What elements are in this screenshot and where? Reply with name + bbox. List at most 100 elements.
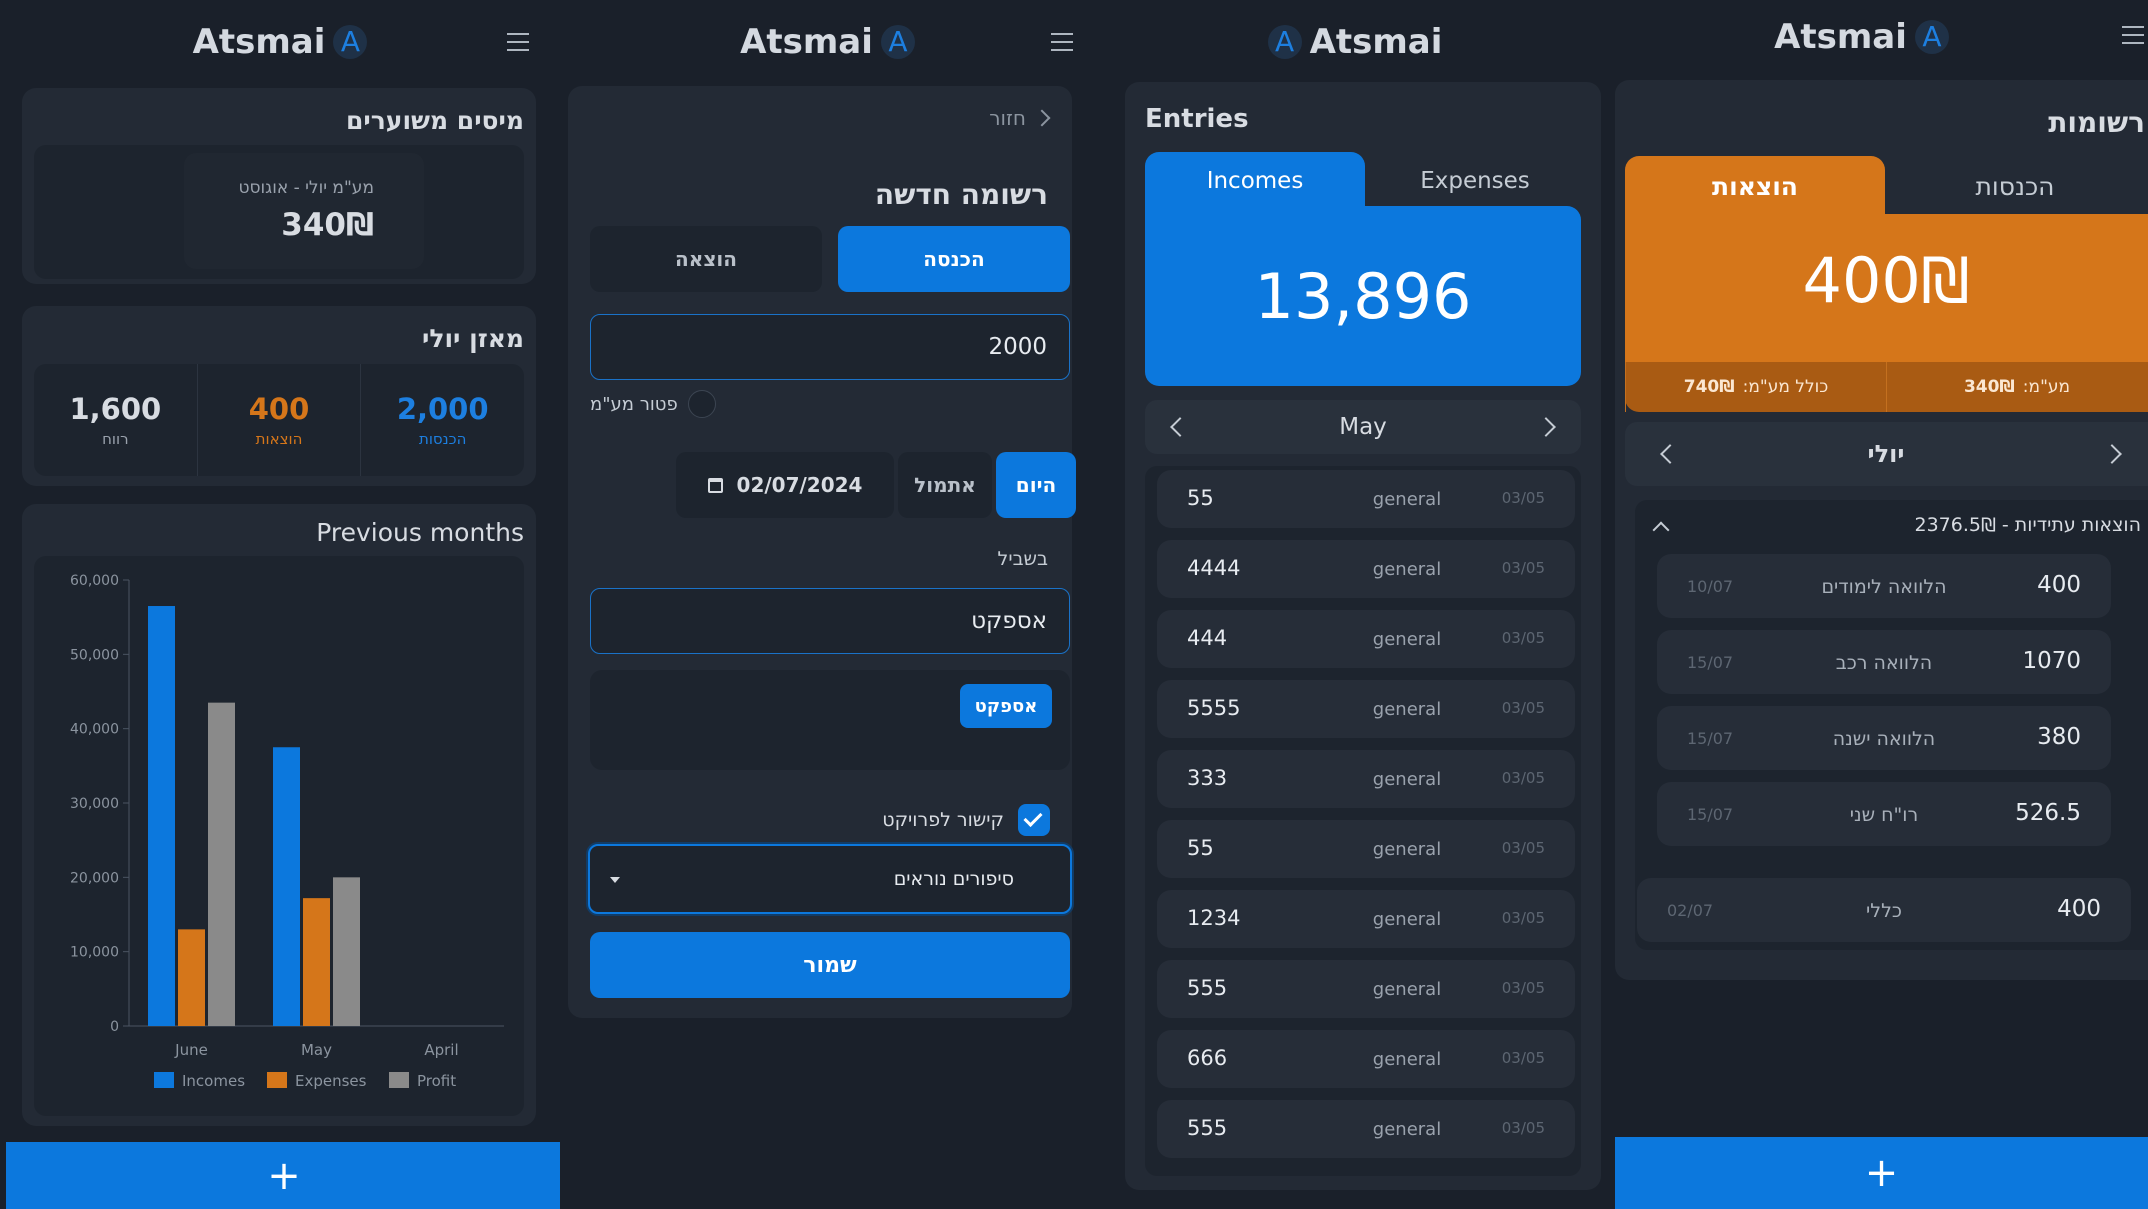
entry-amount: 555: [1187, 976, 1228, 1000]
top-bar: Atsmai A: [560, 0, 1095, 84]
legend-swatch-incomes: [154, 1072, 174, 1088]
y-tick-label: 40,000: [70, 722, 119, 738]
form-title: רשומה חדשה: [874, 178, 1048, 211]
future-label: רו"ח שני: [1849, 804, 1919, 826]
stat-expenses-label: הוצאות: [255, 430, 303, 448]
logo-icon: A: [333, 25, 368, 59]
link-project-toggle[interactable]: קישור לפרויקט: [882, 804, 1050, 836]
back-link[interactable]: חזור: [989, 106, 1051, 130]
entry-row[interactable]: 55 general 03/05: [1157, 820, 1575, 878]
bar-expenses-june: [178, 929, 205, 1026]
top-bar: A Atsmai: [1095, 0, 1615, 84]
app-name: Atsmai: [192, 22, 326, 62]
brand[interactable]: Atsmai A: [740, 22, 915, 62]
add-entry-button[interactable]: +: [6, 1142, 560, 1209]
previous-months-chart: 60,000 50,000 40,000 30,000 20,000 10,000 0 Jun…: [70, 573, 504, 1090]
entry-amount: 1234: [1187, 906, 1241, 930]
entry-row[interactable]: 333 general 03/05: [1157, 750, 1575, 808]
yesterday-button[interactable]: אתמול: [898, 452, 992, 518]
future-expense-row[interactable]: 1070 הלוואה רכב 15/07: [1657, 630, 2111, 694]
vat-exempt-toggle[interactable]: פטור מע"מ: [590, 390, 716, 418]
y-tick-label: 60,000: [70, 573, 119, 589]
date-value: 02/07/2024: [736, 473, 863, 497]
entry-category: general: [1372, 769, 1442, 790]
stat-incomes-value: 2,000: [396, 392, 489, 426]
entry-row[interactable]: 1234 general 03/05: [1157, 890, 1575, 948]
entry-date: 03/05: [1501, 839, 1545, 857]
entry-amount: 555: [1187, 1116, 1228, 1140]
legend-label-expenses: Expenses: [295, 1072, 367, 1090]
project-value: סיפורים נוראים: [893, 868, 1014, 890]
y-tick-label: 30,000: [70, 796, 119, 812]
bar-incomes-may: [273, 747, 300, 1026]
menu-icon[interactable]: [1051, 33, 1073, 51]
entry-row[interactable]: 555 general 03/05: [1157, 960, 1575, 1018]
entry-category: general: [1372, 559, 1442, 580]
entry-category: general: [1372, 1049, 1442, 1070]
for-input[interactable]: אספקט: [590, 588, 1070, 654]
legend-swatch-expenses: [267, 1072, 287, 1088]
future-amount: 526.5: [2015, 800, 2081, 826]
type-income-button[interactable]: הכנסה: [838, 226, 1070, 292]
suggestion-chip[interactable]: אספקט: [960, 684, 1052, 728]
type-expense-button[interactable]: הוצאה: [590, 226, 822, 292]
entry-row[interactable]: 5555 general 03/05: [1157, 680, 1575, 738]
entry-label: כללי: [1866, 900, 1902, 922]
bar-profit-june: [208, 702, 235, 1026]
entries-rows: 55 general 03/05 4444 general 03/05 444 general…: [1125, 82, 1601, 1190]
today-button[interactable]: היום: [996, 452, 1076, 518]
chart-area: 60,000 50,000 40,000 30,000 20,000 10,000 0 Jun…: [34, 556, 524, 1116]
project-select[interactable]: סיפורים נוראים: [588, 844, 1072, 914]
future-expense-row[interactable]: 526.5 רו"ח שני 15/07: [1657, 782, 2111, 846]
future-label: הלוואה רכב: [1835, 652, 1933, 674]
save-button[interactable]: שמור: [590, 932, 1070, 998]
back-chevron-icon: [1033, 109, 1051, 127]
future-rows: 400 הלוואה לימודים 10/07 1070 הלוואה רכב 15/0…: [1615, 80, 2148, 980]
menu-icon[interactable]: [507, 33, 529, 51]
future-date: 15/07: [1687, 729, 1734, 748]
add-entry-button[interactable]: +: [1615, 1137, 2148, 1209]
future-amount: 380: [2037, 724, 2081, 750]
link-project-checkbox[interactable]: [1018, 804, 1050, 836]
y-tick-label: 20,000: [70, 870, 119, 886]
bar-expenses-may: [303, 898, 330, 1026]
stat-expenses: 400 הוצאות: [198, 364, 362, 476]
brand[interactable]: Atsmai A: [193, 22, 368, 62]
entry-row[interactable]: 555 general 03/05: [1157, 1100, 1575, 1158]
vat-exempt-label: פטור מע"מ: [590, 393, 678, 415]
bar-incomes-june: [148, 606, 175, 1026]
entry-date: 02/07: [1667, 901, 1714, 920]
entry-amount: 55: [1187, 836, 1214, 860]
previous-months-card: Previous months 60,000 50,000 40,000 30,000…: [22, 504, 536, 1126]
x-tick-label: June: [174, 1041, 208, 1059]
vat-exempt-checkbox[interactable]: [687, 390, 716, 418]
date-picker[interactable]: 02/07/2024: [676, 452, 894, 518]
entry-row[interactable]: 400 כללי 02/07: [1637, 878, 2131, 942]
logo-icon: A: [1914, 20, 1949, 54]
entry-row[interactable]: 444 general 03/05: [1157, 610, 1575, 668]
entry-category: general: [1372, 979, 1442, 1000]
check-icon: [1023, 807, 1043, 828]
brand[interactable]: Atsmai A: [1774, 17, 1949, 57]
entry-row[interactable]: 55 general 03/05: [1157, 470, 1575, 528]
entry-date: 03/05: [1501, 699, 1545, 717]
amount-input[interactable]: 2000: [590, 314, 1070, 380]
vat-label: מע"מ יולי - אוגוסט: [238, 178, 375, 198]
stat-profit-value: 1,600: [69, 392, 162, 426]
entry-row[interactable]: 666 general 03/05: [1157, 1030, 1575, 1088]
y-tick-label: 0: [110, 1019, 119, 1035]
future-expense-row[interactable]: 380 הלוואה ישנה 15/07: [1657, 706, 2111, 770]
future-date: 15/07: [1687, 653, 1734, 672]
entries-card: Entries Incomes Expenses 13,896 May 55 ge…: [1125, 82, 1601, 1190]
stat-incomes-label: הכנסות: [418, 430, 467, 448]
future-amount: 1070: [2022, 648, 2081, 674]
future-expense-row[interactable]: 400 הלוואה לימודים 10/07: [1657, 554, 2111, 618]
brand[interactable]: A Atsmai: [1267, 22, 1442, 62]
app-name: Atsmai: [740, 22, 873, 62]
future-label: הלוואה ישנה: [1832, 728, 1936, 750]
entry-row[interactable]: 4444 general 03/05: [1157, 540, 1575, 598]
entry-amount: 4444: [1187, 556, 1241, 580]
entry-date: 03/05: [1501, 909, 1545, 927]
entry-date: 03/05: [1501, 769, 1545, 787]
menu-icon[interactable]: [2122, 26, 2144, 44]
